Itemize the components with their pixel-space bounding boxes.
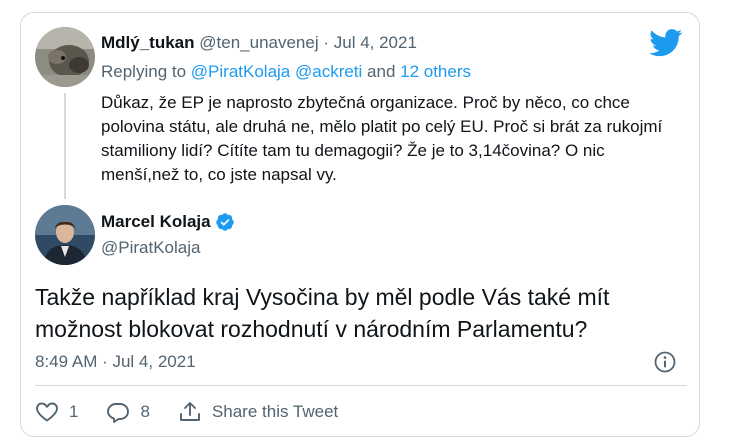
- reply-count: 8: [140, 402, 150, 421]
- main-avatar[interactable]: [35, 205, 95, 265]
- replying-to-user-link[interactable]: @PiratKolaja: [191, 62, 290, 81]
- heart-icon: [36, 402, 58, 422]
- tweet-timestamp[interactable]: 8:49 AM · Jul 4, 2021: [35, 351, 196, 373]
- replying-and-text: and: [362, 62, 401, 81]
- main-tweet-text: Takže například kraj Vysočina by měl pod…: [35, 284, 610, 342]
- thread-connector-line: [64, 93, 66, 199]
- reply-button[interactable]: 8: [106, 400, 150, 424]
- info-icon[interactable]: [653, 350, 677, 374]
- main-handle[interactable]: @PiratKolaja: [101, 237, 200, 259]
- share-label: Share this Tweet: [211, 402, 339, 421]
- like-count: 1: [69, 402, 79, 421]
- share-icon: [179, 402, 200, 421]
- replying-to-second-link[interactable]: @ackreti: [295, 62, 362, 81]
- like-button[interactable]: 1: [35, 400, 78, 424]
- replying-to-line: Replying to @PiratKolaja @ackreti and 12…: [101, 61, 471, 83]
- parent-tweet-text: Důkaz, že EP je naprosto zbytečná organi…: [101, 93, 663, 184]
- verified-badge-icon: [215, 213, 234, 231]
- parent-avatar[interactable]: [35, 27, 95, 87]
- embedded-tweet-card: Mdlý_tukan @ten_unavenej · Jul 4, 2021 R…: [20, 12, 700, 437]
- replying-others-link[interactable]: 12 others: [400, 62, 471, 81]
- parent-handle[interactable]: @ten_unavenej: [199, 33, 318, 52]
- reply-bubble-icon: [107, 403, 130, 423]
- share-button[interactable]: Share this Tweet: [178, 400, 338, 424]
- twitter-bird-icon[interactable]: [649, 29, 683, 57]
- parent-tweet-header: Mdlý_tukan @ten_unavenej · Jul 4, 2021: [101, 32, 417, 54]
- main-author-name-row: Marcel Kolaja: [101, 211, 235, 233]
- replying-to-label: Replying to: [101, 62, 191, 81]
- main-display-name[interactable]: Marcel Kolaja: [101, 211, 211, 233]
- actions-divider: [35, 385, 687, 386]
- parent-display-name[interactable]: Mdlý_tukan: [101, 33, 195, 52]
- header-separator: ·: [318, 33, 334, 52]
- tweet-actions-bar: 1 8 Share this Tweet: [35, 399, 366, 425]
- parent-date[interactable]: Jul 4, 2021: [334, 33, 417, 52]
